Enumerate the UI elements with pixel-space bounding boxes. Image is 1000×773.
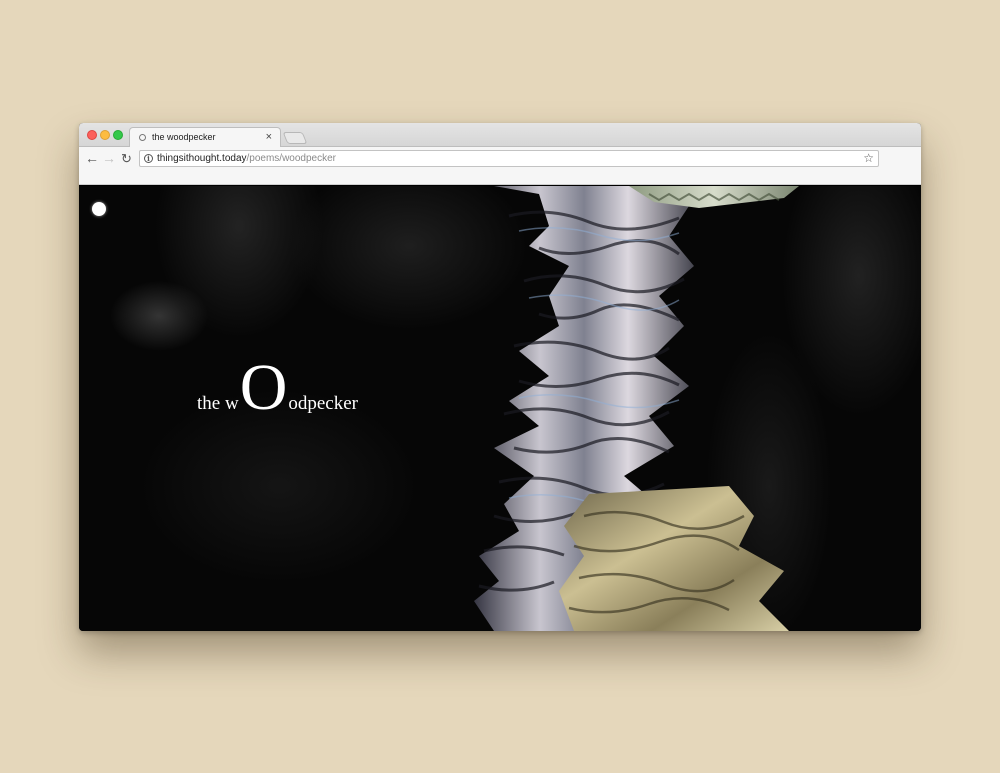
- page-content: the wOodpecker: [79, 186, 921, 631]
- forward-arrow-icon[interactable]: →: [102, 150, 116, 166]
- browser-toolbar: ← → ↻ i thingsithought.today/poems/woodp…: [79, 147, 921, 185]
- bookmark-star-icon[interactable]: ☆: [863, 151, 874, 166]
- back-arrow-icon[interactable]: ←: [85, 150, 99, 166]
- tab-close-icon[interactable]: ×: [266, 130, 272, 144]
- url-text[interactable]: thingsithought.today/poems/woodpecker: [157, 153, 336, 164]
- reload-icon[interactable]: ↻: [121, 151, 132, 167]
- close-window-button[interactable]: [87, 130, 97, 140]
- new-tab-button[interactable]: [282, 132, 308, 144]
- title-big-letter: O: [239, 351, 288, 424]
- title-suffix: odpecker: [288, 393, 358, 414]
- title-prefix: the w: [197, 393, 239, 414]
- menu-dot-button[interactable]: [92, 202, 106, 216]
- page-favicon-icon: [139, 134, 146, 141]
- url-path: /poems/woodpecker: [246, 153, 337, 164]
- info-icon[interactable]: i: [144, 154, 153, 163]
- url-host: thingsithought.today: [157, 153, 247, 164]
- browser-window: the woodpecker × ← → ↻ i thingsithought.…: [79, 123, 921, 631]
- tab-title: the woodpecker: [152, 132, 216, 142]
- glitch-artwork: [474, 186, 799, 631]
- minimize-window-button[interactable]: [100, 130, 110, 140]
- zoom-window-button[interactable]: [113, 130, 123, 140]
- address-bar[interactable]: i thingsithought.today/poems/woodpecker …: [139, 150, 879, 167]
- tab-woodpecker[interactable]: the woodpecker ×: [129, 127, 281, 148]
- tab-strip: the woodpecker ×: [79, 123, 921, 148]
- poem-title[interactable]: the wOodpecker: [197, 351, 358, 424]
